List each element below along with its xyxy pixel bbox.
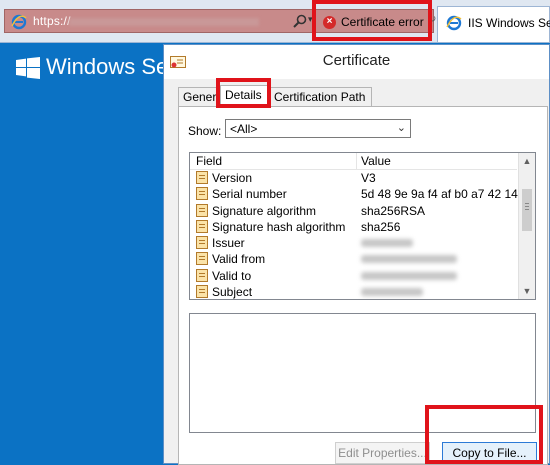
row-field: Valid to — [212, 268, 252, 283]
highlight-certificate-error — [312, 0, 432, 41]
field-icon — [196, 203, 208, 217]
row-value-redacted — [361, 271, 457, 280]
tab-title: IIS Windows Server — [468, 16, 550, 30]
column-header-value[interactable]: Value — [361, 154, 391, 168]
list-header: Field Value — [190, 153, 517, 170]
field-icon — [196, 285, 208, 299]
field-icon — [196, 187, 208, 201]
vertical-scrollbar[interactable]: ▲ ▼ — [518, 153, 535, 299]
row-value: 5d 48 9e 9a f4 af b0 a7 42 14 ... — [361, 187, 532, 202]
table-row[interactable]: Valid from — [190, 251, 517, 267]
list-rows: Version V3 Serial number 5d 48 9e 9a f4 … — [190, 170, 531, 300]
field-icon — [196, 219, 208, 233]
field-icon — [196, 236, 208, 250]
dialog-title: Certificate — [322, 52, 391, 69]
ie-tab-icon — [446, 15, 462, 31]
edit-properties-button[interactable]: Edit Properties... — [335, 442, 430, 464]
field-icon — [196, 268, 208, 282]
windows-logo-icon — [16, 57, 40, 79]
row-value: V3 — [361, 171, 376, 185]
show-select[interactable]: <All> ⌄ — [225, 119, 411, 138]
row-value-redacted — [361, 255, 457, 264]
scroll-down-icon[interactable]: ▼ — [519, 283, 535, 299]
table-row[interactable]: Issuer — [190, 235, 517, 251]
row-field: Serial number — [212, 187, 287, 202]
column-divider[interactable] — [356, 153, 357, 169]
row-value-redacted — [361, 288, 423, 297]
row-field: Subject — [212, 285, 253, 300]
address-redacted — [69, 18, 259, 26]
chevron-down-icon: ⌄ — [396, 122, 406, 134]
tab-general[interactable]: General — [178, 87, 220, 106]
table-row[interactable]: Version V3 — [190, 170, 517, 186]
browser-tab[interactable]: IIS Windows Server — [437, 6, 550, 42]
browser-toolbar: https:// ▾ × Certificate error ↻ IIS Win… — [0, 0, 550, 43]
fields-list[interactable]: Field Value Version V3 Serial number 5d … — [189, 152, 536, 300]
row-value: sha256 — [361, 219, 401, 234]
column-header-field[interactable]: Field — [196, 154, 222, 168]
show-label: Show: — [188, 124, 222, 138]
row-value-redacted — [361, 239, 413, 248]
grip-icon — [525, 206, 529, 207]
row-field: Version — [212, 171, 253, 185]
address-text: https:// — [33, 14, 71, 28]
dialog-titlebar[interactable]: Certificate — [164, 45, 549, 79]
search-icon[interactable] — [292, 13, 308, 29]
ie-icon — [11, 14, 27, 30]
table-row[interactable]: Subject — [190, 284, 517, 300]
show-select-value: <All> — [230, 122, 258, 136]
table-row[interactable]: Signature algorithm sha256RSA — [190, 203, 517, 219]
table-row[interactable]: Signature hash algorithm sha256 — [190, 219, 517, 235]
field-icon — [196, 171, 208, 184]
row-field: Signature algorithm — [212, 203, 317, 218]
table-row[interactable]: Serial number 5d 48 9e 9a f4 af b0 a7 42… — [190, 186, 531, 202]
highlight-details-tab — [216, 78, 271, 108]
row-value: sha256RSA — [361, 203, 426, 218]
table-row[interactable]: Valid to — [190, 268, 517, 284]
row-field: Valid from — [212, 252, 266, 267]
row-field: Issuer — [212, 236, 245, 251]
highlight-copy-to-file — [425, 405, 543, 464]
scroll-up-icon[interactable]: ▲ — [519, 153, 535, 169]
row-field: Signature hash algorithm — [212, 219, 346, 234]
field-icon — [196, 252, 208, 266]
scroll-thumb[interactable] — [522, 189, 532, 231]
tab-certification-path[interactable]: Certification Path — [269, 87, 372, 106]
